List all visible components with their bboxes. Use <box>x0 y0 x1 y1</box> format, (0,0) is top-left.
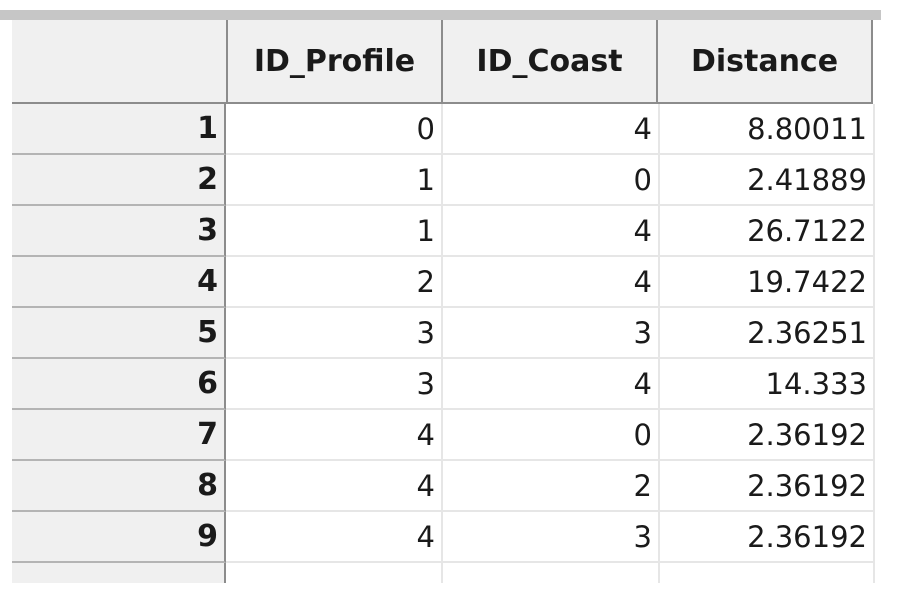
cell-id-profile[interactable]: 0 <box>226 104 443 155</box>
cell-value: 3 <box>633 315 652 350</box>
cell-value: 2.36251 <box>747 315 867 350</box>
row-number: 8 <box>197 468 218 503</box>
cell-id-coast[interactable]: 4 <box>443 206 660 257</box>
cell-id-coast[interactable]: 0 <box>443 155 660 206</box>
cell-value: 2 <box>633 468 652 503</box>
cell-value: 4 <box>633 366 652 401</box>
cell-value: 19.7422 <box>747 264 867 299</box>
cell-value: 2.36192 <box>747 468 867 503</box>
row-header[interactable]: 7 <box>12 410 226 461</box>
cell-distance[interactable] <box>660 563 875 583</box>
row-number: 4 <box>197 264 218 299</box>
cell-value: 0 <box>416 111 435 146</box>
row-number: 9 <box>197 519 218 554</box>
row-header[interactable]: 9 <box>12 512 226 563</box>
cell-value: 4 <box>416 417 435 452</box>
cell-value: 4 <box>633 213 652 248</box>
cell-value: 4 <box>416 519 435 554</box>
cell-id-profile[interactable]: 3 <box>226 359 443 410</box>
cell-id-profile[interactable]: 2 <box>226 257 443 308</box>
table-row[interactable]: 4 2 4 19.7422 <box>12 257 875 308</box>
row-number: 2 <box>197 162 218 197</box>
table-grid: ID_Profile ID_Coast Distance 1 0 4 8.80011 2… <box>12 20 875 589</box>
cell-id-coast[interactable]: 3 <box>443 308 660 359</box>
row-header[interactable]: 3 <box>12 206 226 257</box>
cell-distance[interactable]: 14.333 <box>660 359 875 410</box>
table-row[interactable]: 5 3 3 2.36251 <box>12 308 875 359</box>
cell-value: 1 <box>416 162 435 197</box>
cell-value: 26.7122 <box>747 213 867 248</box>
cell-distance[interactable]: 2.36192 <box>660 512 875 563</box>
cell-id-profile[interactable]: 3 <box>226 308 443 359</box>
select-all-corner[interactable] <box>12 20 228 104</box>
cell-value: 3 <box>416 366 435 401</box>
attribute-table: ID_Profile ID_Coast Distance 1 0 4 8.80011 2… <box>12 20 875 589</box>
toolbar-edge <box>0 10 881 20</box>
cell-id-profile[interactable]: 1 <box>226 206 443 257</box>
cell-value: 0 <box>633 417 652 452</box>
column-header-id-profile[interactable]: ID_Profile <box>228 20 443 104</box>
column-header-label: Distance <box>690 43 839 79</box>
row-header[interactable]: 1 <box>12 104 226 155</box>
table-row[interactable]: 9 4 3 2.36192 <box>12 512 875 563</box>
cell-id-profile[interactable]: 4 <box>226 512 443 563</box>
column-header-distance[interactable]: Distance <box>658 20 873 104</box>
row-number: 7 <box>197 417 218 452</box>
cell-id-coast[interactable]: 4 <box>443 257 660 308</box>
cell-value: 8.80011 <box>747 111 867 146</box>
table-row[interactable]: 2 1 0 2.41889 <box>12 155 875 206</box>
row-number: 5 <box>197 315 218 350</box>
cell-distance[interactable]: 2.41889 <box>660 155 875 206</box>
row-number: 6 <box>197 366 218 401</box>
cell-id-coast[interactable]: 4 <box>443 359 660 410</box>
cell-value: 4 <box>416 468 435 503</box>
cell-value: 0 <box>633 162 652 197</box>
row-header[interactable]: 8 <box>12 461 226 512</box>
row-header[interactable]: 6 <box>12 359 226 410</box>
table-row[interactable]: 6 3 4 14.333 <box>12 359 875 410</box>
cell-distance[interactable]: 26.7122 <box>660 206 875 257</box>
table-row-partial[interactable] <box>12 563 875 583</box>
column-header-label: ID_Coast <box>476 43 623 79</box>
cell-value: 4 <box>633 111 652 146</box>
cell-value: 1 <box>416 213 435 248</box>
cell-id-coast[interactable]: 2 <box>443 461 660 512</box>
cell-id-coast[interactable]: 3 <box>443 512 660 563</box>
cell-value: 4 <box>633 264 652 299</box>
cell-value: 2.36192 <box>747 519 867 554</box>
cell-id-profile[interactable]: 4 <box>226 410 443 461</box>
table-row[interactable]: 1 0 4 8.80011 <box>12 104 875 155</box>
cell-id-coast[interactable]: 4 <box>443 104 660 155</box>
column-header-label: ID_Profile <box>253 43 416 79</box>
table-header-row: ID_Profile ID_Coast Distance <box>12 20 875 104</box>
cell-distance[interactable]: 2.36192 <box>660 461 875 512</box>
cell-value: 14.333 <box>765 366 867 401</box>
cell-distance[interactable]: 8.80011 <box>660 104 875 155</box>
cell-value: 3 <box>416 315 435 350</box>
cell-id-profile[interactable]: 4 <box>226 461 443 512</box>
row-header[interactable] <box>12 563 226 583</box>
row-header[interactable]: 2 <box>12 155 226 206</box>
row-header[interactable]: 4 <box>12 257 226 308</box>
cell-value: 2.41889 <box>747 162 867 197</box>
cell-distance[interactable]: 19.7422 <box>660 257 875 308</box>
cell-id-profile[interactable]: 1 <box>226 155 443 206</box>
cell-id-coast[interactable]: 0 <box>443 410 660 461</box>
row-number: 3 <box>197 213 218 248</box>
cell-value: 2 <box>416 264 435 299</box>
table-row[interactable]: 8 4 2 2.36192 <box>12 461 875 512</box>
row-header[interactable]: 5 <box>12 308 226 359</box>
cell-distance[interactable]: 2.36251 <box>660 308 875 359</box>
cell-id-coast[interactable] <box>443 563 660 583</box>
table-row[interactable]: 7 4 0 2.36192 <box>12 410 875 461</box>
row-number: 1 <box>197 111 218 146</box>
column-header-id-coast[interactable]: ID_Coast <box>443 20 658 104</box>
cell-id-profile[interactable] <box>226 563 443 583</box>
cell-value: 2.36192 <box>747 417 867 452</box>
table-row[interactable]: 3 1 4 26.7122 <box>12 206 875 257</box>
cell-distance[interactable]: 2.36192 <box>660 410 875 461</box>
cell-value: 3 <box>633 519 652 554</box>
